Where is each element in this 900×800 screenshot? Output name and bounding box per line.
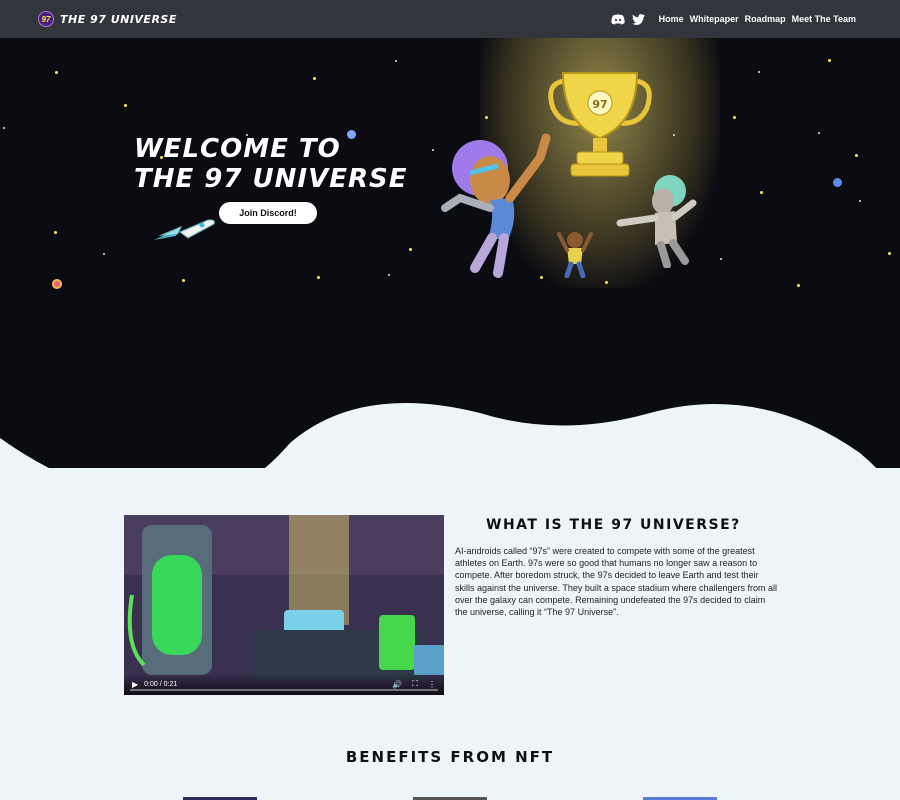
about-title: WHAT IS THE 97 UNIVERSE? [486,517,741,533]
nav-link-home[interactable]: Home [659,14,684,24]
hero-section: 97 WELCOME TO THE 97 UNIVERSE Join Disco… [0,38,900,468]
astronaut-character-small [555,228,595,283]
logo-badge: 97 [38,11,54,27]
ringed-planet-icon [52,279,62,289]
hero-title-line2: THE 97 UNIVERSE [134,164,408,194]
hero-title: WELCOME TO THE 97 UNIVERSE [134,134,407,194]
benefits-title: BENEFITS FROM NFT [345,748,555,766]
hero-wave-divider [0,403,877,468]
astronaut-character-purple-hair [440,128,570,283]
logo-text: THE 97 UNIVERSE [60,12,177,26]
fullscreen-icon[interactable]: ⛶ [412,679,418,689]
play-icon[interactable]: ▶ [132,680,138,689]
video-time: 0:00 / 0:21 [144,680,178,688]
nav-link-meet-the-team[interactable]: Meet The Team [792,14,856,24]
blue-planet-icon [833,178,842,187]
more-options-icon[interactable]: ⋮ [428,680,436,689]
nav-link-whitepaper[interactable]: Whitepaper [690,14,739,24]
hero-title-line1: WELCOME TO [134,134,341,164]
nav-link-roadmap[interactable]: Roadmap [745,14,786,24]
video-thumbnail [124,515,444,695]
trophy-label: 97 [592,98,607,111]
site-logo[interactable]: 97 THE 97 UNIVERSE [38,11,177,27]
intro-video-player[interactable]: ▶ 0:00 / 0:21 🔊 ⛶ ⋮ [124,515,444,695]
volume-icon[interactable]: 🔊 [392,680,402,689]
join-discord-button[interactable]: Join Discord! [219,202,317,224]
astronaut-character-green-hair [615,173,705,273]
discord-icon[interactable] [610,13,625,25]
top-navbar: 97 THE 97 UNIVERSE Home Whitepaper Roadm… [0,0,900,38]
video-controls: ▶ 0:00 / 0:21 🔊 ⛶ ⋮ [124,673,444,695]
about-body: AI-androids called “97s” were created to… [455,546,777,618]
video-progress-bar[interactable] [130,689,438,691]
twitter-icon[interactable] [632,13,646,25]
rocket-icon [152,218,218,249]
page: 97 THE 97 UNIVERSE Home Whitepaper Roadm… [0,0,900,800]
nav-menu: Home Whitepaper Roadmap Meet The Team [610,13,856,25]
